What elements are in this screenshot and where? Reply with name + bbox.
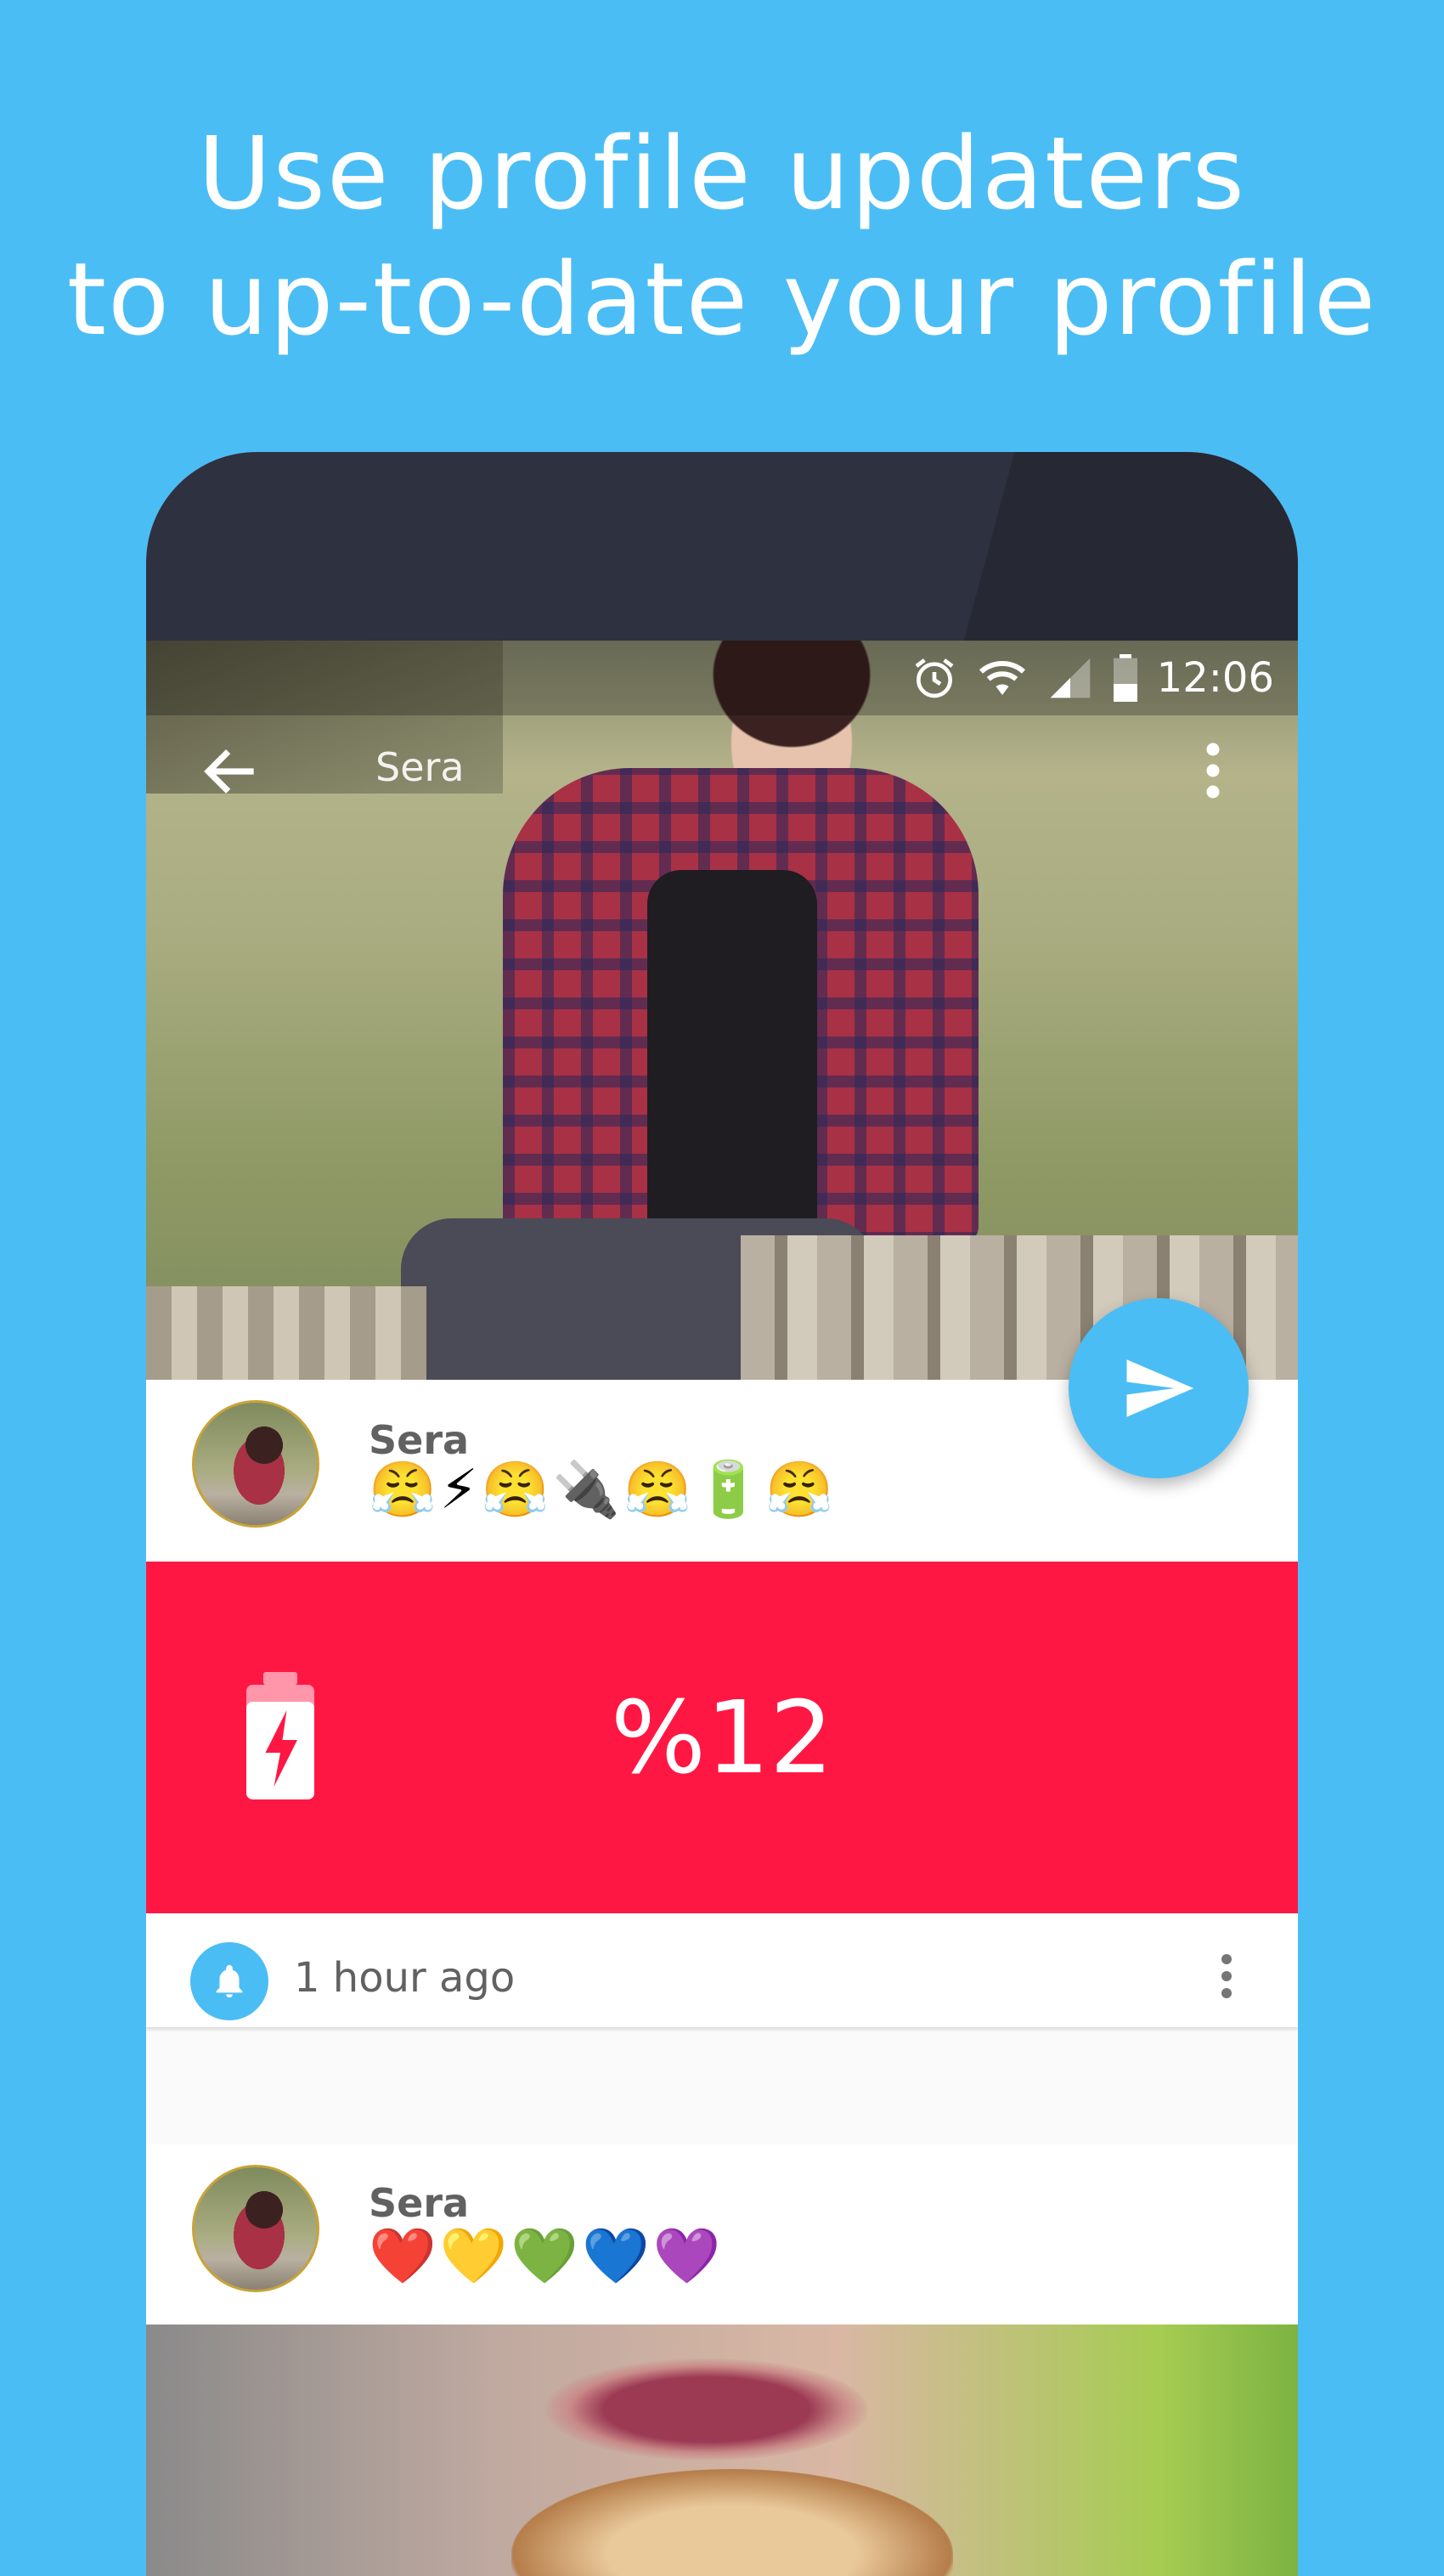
more-vert-icon[interactable]	[1203, 741, 1223, 800]
avatar[interactable]	[192, 2165, 319, 2292]
phone-screen: 12:06 Sera Sera �	[146, 641, 1298, 2576]
alarm-icon	[915, 658, 954, 698]
send-button[interactable]	[1069, 1298, 1249, 1478]
send-icon	[1126, 1359, 1194, 1417]
app-bar-title: Sera	[375, 744, 465, 790]
battery-update-banner: %12	[146, 1562, 1298, 1913]
bell-icon	[216, 1964, 243, 1998]
status-bar: 12:06	[146, 641, 1298, 715]
post-timestamp: 1 hour ago	[294, 1954, 516, 2002]
app-bar: Sera	[146, 715, 1298, 824]
post-photo[interactable]	[146, 2325, 1298, 2576]
signal-icon	[1050, 658, 1091, 698]
status-time: 12:06	[1156, 654, 1274, 702]
phone-mockup: 12:06 Sera Sera �	[146, 452, 1298, 2576]
post-card: Sera ❤️💛💚💙💜	[146, 2144, 1298, 2576]
bezel-shade	[941, 452, 1298, 641]
post-card: Sera 😤⚡😤🔌😤🔋😤 %12 1 hour ago	[146, 1380, 1298, 2027]
post-footer: 1 hour ago	[146, 1913, 1298, 2027]
headline-line-2: to up-to-date your profile	[66, 240, 1378, 358]
more-vert-icon[interactable]	[1220, 1952, 1233, 2000]
battery-icon	[1113, 654, 1137, 702]
wifi-icon	[979, 661, 1025, 695]
post-status-emoji: ❤️💛💚💙💜	[369, 2225, 725, 2288]
notification-badge	[190, 1942, 268, 2020]
post-status-emoji: 😤⚡😤🔌😤🔋😤	[369, 1459, 838, 1522]
post-username[interactable]: Sera	[369, 2180, 469, 2226]
headline-line-1: Use profile updaters	[198, 115, 1246, 232]
avatar[interactable]	[192, 1400, 319, 1528]
profile-cover-photo: 12:06 Sera	[146, 641, 1298, 1380]
phone-bezel	[146, 452, 1298, 641]
battery-level: %12	[610, 1679, 834, 1796]
arrow-left-icon[interactable]	[197, 737, 265, 805]
headline: Use profile updaters to up-to-date your …	[0, 110, 1444, 362]
